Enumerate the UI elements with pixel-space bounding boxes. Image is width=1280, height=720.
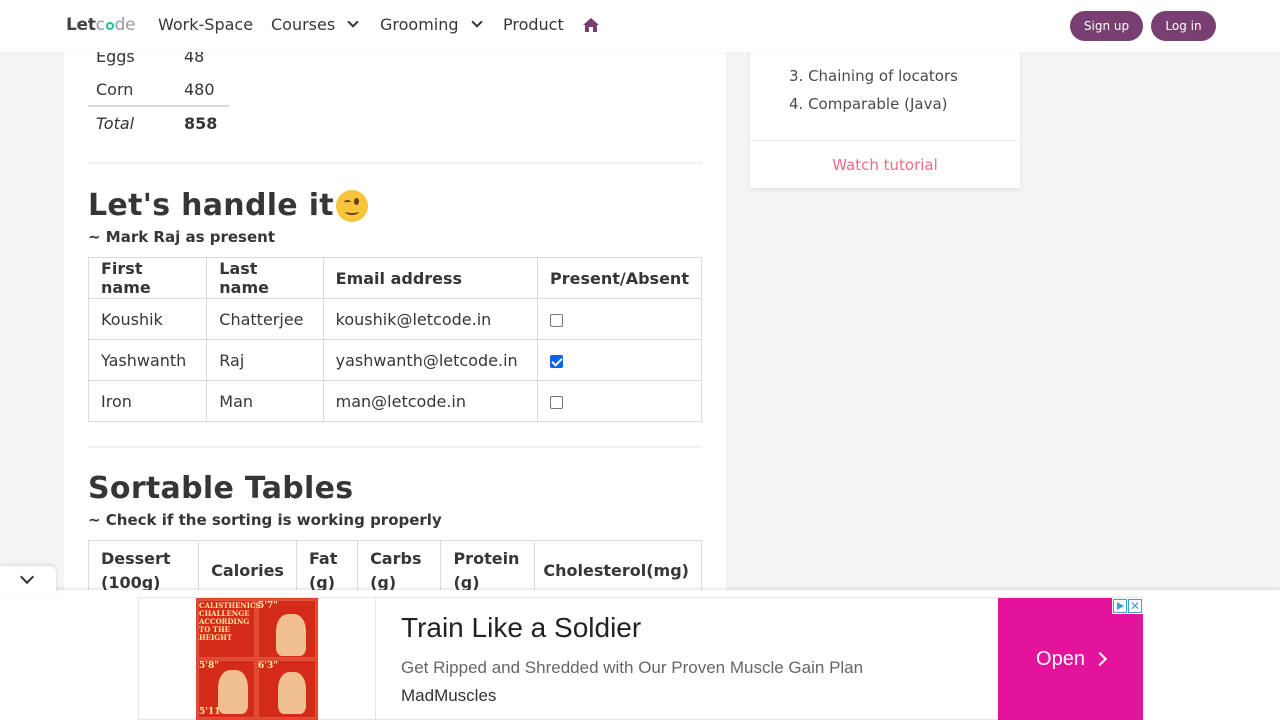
section-title-sortable: Sortable Tables (88, 471, 354, 506)
cell-first-name: Iron (87, 380, 208, 422)
list-item: 4. Comparable (Java) (789, 95, 948, 113)
top-navbar: Letc de Work-Space Courses Grooming Produ… (0, 0, 1280, 52)
header-label: Carbs (370, 548, 422, 568)
ad-title[interactable]: Train Like a Soldier (401, 612, 641, 644)
ad-image-height: 5'7" (258, 601, 278, 611)
ad-image[interactable]: CALISTHENICS CHALLENGE ACCORDING TO THE … (196, 598, 318, 720)
header-email: Email address (322, 257, 538, 299)
cell-email: koushik@letcode.in (322, 298, 538, 340)
present-checkbox[interactable] (549, 395, 563, 409)
ad-open-label: Open (1036, 647, 1085, 670)
nav-courses-label: Courses (271, 15, 336, 34)
cell-last-name: Raj (206, 339, 324, 381)
header-label: Calories (211, 560, 284, 580)
header-first-name: First name (87, 257, 208, 299)
home-icon[interactable] (582, 17, 600, 33)
table-header-row: First name Last name Email address Prese… (87, 257, 703, 299)
letcode-logo[interactable]: Letc de (66, 15, 136, 35)
header-last-name: Last name (206, 257, 324, 299)
cell-present (536, 339, 703, 381)
section-title-handle: Let's handle it (88, 188, 368, 223)
nav-workspace-label: Work-Space (158, 15, 254, 34)
item-name: Corn (96, 79, 134, 99)
cell-last-name: Chatterjee (206, 298, 324, 340)
chevron-right-icon (1092, 651, 1108, 667)
nav-workspace[interactable]: Work-Space (158, 15, 253, 34)
ad-banner: CALISTHENICS CHALLENGE ACCORDING TO THE … (0, 590, 1280, 720)
present-checkbox[interactable] (549, 354, 563, 368)
shopping-table: Eggs 48 Corn 480 Total 858 (88, 40, 229, 139)
item-value: 480 (184, 79, 215, 99)
section-title-text: Let's handle it (88, 188, 334, 223)
table-row: Yashwanth Raj yashwanth@letcode.in (87, 339, 703, 381)
login-button[interactable]: Log in (1151, 11, 1216, 41)
present-checkbox[interactable] (549, 313, 563, 327)
nav-grooming-label: Grooming (380, 15, 459, 34)
table-row: Koushik Chatterjee koushik@letcode.in (87, 298, 703, 340)
cell-first-name: Yashwanth (87, 339, 208, 381)
nav-product-label: Product (503, 15, 564, 34)
logo-text-c: c (95, 15, 105, 35)
ad-content[interactable]: CALISTHENICS CHALLENGE ACCORDING TO THE … (138, 597, 1143, 720)
ad-divider (375, 598, 376, 720)
table-row: Corn 480 (88, 73, 229, 106)
cell-email: yashwanth@letcode.in (322, 339, 538, 381)
list-item: 3. Chaining of locators (789, 67, 958, 85)
total-value: 858 (176, 105, 229, 139)
cell-present (536, 298, 703, 340)
adchoices-icon[interactable] (1113, 599, 1127, 613)
ad-choices-badge: ✕ (1112, 598, 1143, 614)
ad-image-caption: CALISTHENICS CHALLENGE ACCORDING TO THE … (199, 601, 261, 642)
total-label: Total (88, 105, 176, 139)
chevron-down-icon (470, 16, 483, 28)
cell-first-name: Koushik (87, 298, 208, 340)
total-row: Total 858 (88, 105, 229, 139)
header-label: Cholesterol(mg) (543, 560, 689, 580)
nav-courses[interactable]: Courses (271, 15, 359, 34)
watch-tutorial-link[interactable]: Watch tutorial (750, 156, 1020, 174)
winking-face-icon (335, 190, 368, 222)
ad-collapse-button[interactable] (0, 566, 56, 594)
header-label: Protein (453, 548, 520, 568)
close-icon[interactable]: ✕ (1128, 599, 1142, 613)
header-label: Dessert (101, 548, 171, 568)
header-label: Fat (308, 548, 338, 568)
cell-present (536, 380, 703, 422)
logo-text-de: de (114, 15, 136, 35)
section-divider (88, 162, 702, 164)
section-divider (88, 446, 702, 448)
chevron-down-icon (19, 569, 35, 585)
cell-email: man@letcode.in (322, 380, 538, 422)
cell-last-name: Man (206, 380, 324, 422)
logo-text-let: Let (66, 15, 96, 35)
table-row: Iron Man man@letcode.in (87, 380, 703, 422)
ad-brand: MadMuscles (401, 686, 497, 705)
attendance-table: First name Last name Email address Prese… (87, 257, 703, 422)
chevron-down-icon (347, 16, 359, 28)
nav-grooming[interactable]: Grooming (380, 15, 483, 34)
ad-image-height: 6'3" (258, 661, 278, 671)
ad-description: Get Ripped and Shredded with Our Proven … (401, 658, 864, 677)
nav-product[interactable]: Product (503, 15, 564, 34)
logo-circle-icon (105, 22, 114, 30)
ad-open-button[interactable]: Open (998, 598, 1143, 720)
card-divider (750, 140, 1020, 141)
ad-image-height: 5'8" (199, 661, 219, 671)
section-subtitle: ~ Check if the sorting is working proper… (88, 511, 442, 529)
signup-button[interactable]: Sign up (1070, 11, 1143, 41)
header-present: Present/Absent (536, 257, 703, 299)
section-subtitle: ~ Mark Raj as present (88, 228, 276, 246)
